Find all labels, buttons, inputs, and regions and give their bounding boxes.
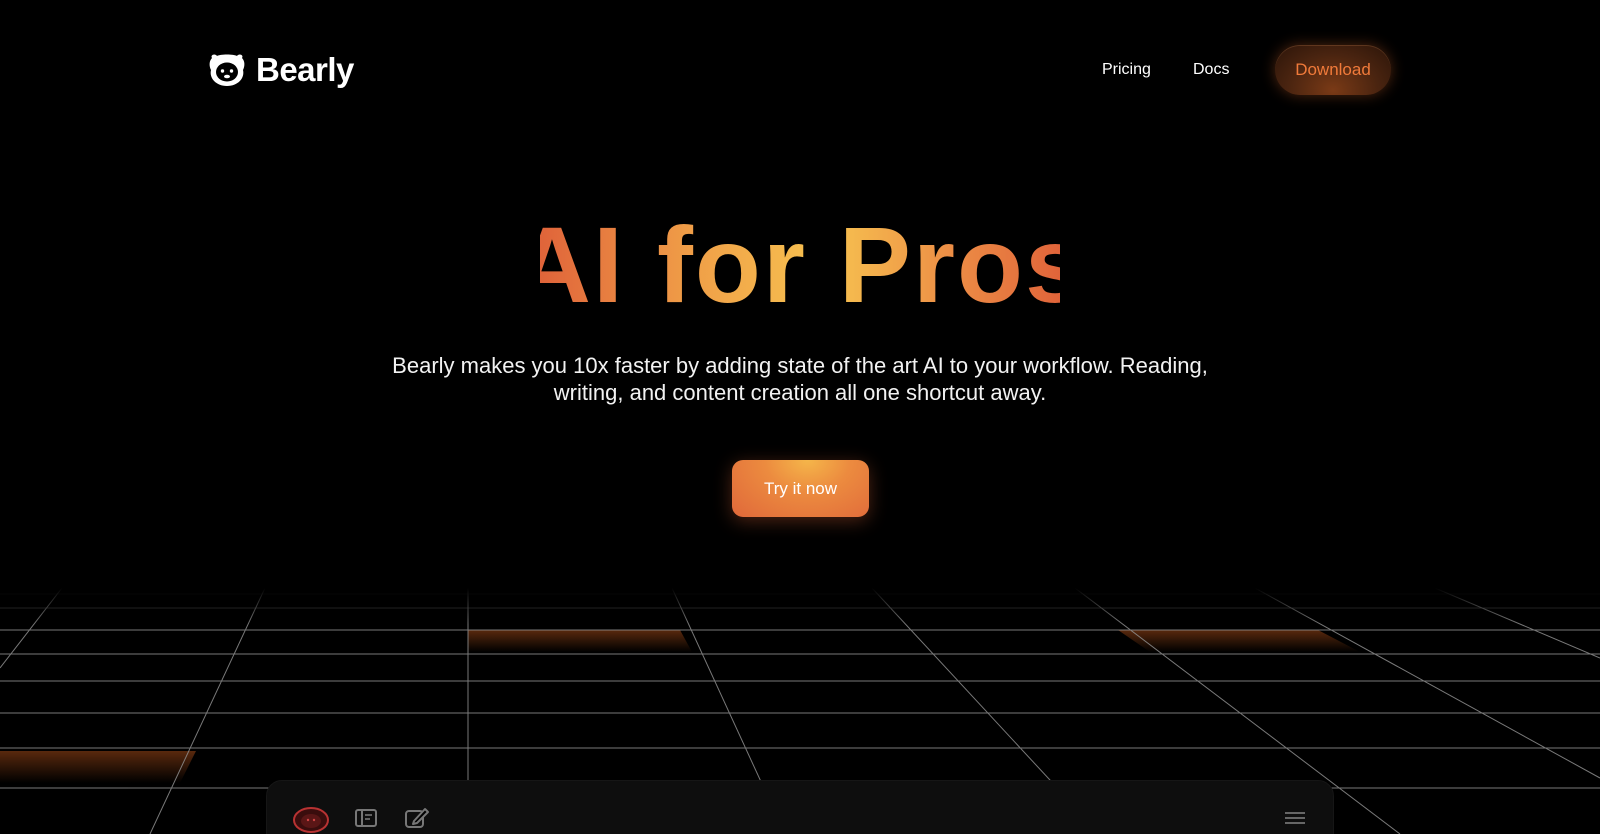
try-it-now-button[interactable]: Try it now	[732, 460, 869, 517]
menu-icon[interactable]	[1284, 810, 1306, 826]
bear-avatar-icon[interactable]	[292, 806, 330, 834]
hero-title: AI for Pros	[0, 205, 1600, 325]
hero-subtitle: Bearly makes you 10x faster by adding st…	[392, 353, 1208, 405]
edit-icon[interactable]	[404, 806, 430, 830]
nav-docs-link[interactable]: Docs	[1193, 59, 1229, 81]
nav-pricing-link[interactable]: Pricing	[1102, 59, 1151, 81]
brand-logo-link[interactable]: Bearly	[208, 50, 354, 90]
site-header: Bearly Pricing Docs Download	[0, 0, 1600, 140]
brand-name: Bearly	[256, 51, 354, 88]
book-icon[interactable]	[354, 806, 378, 830]
download-button[interactable]: Download	[1275, 45, 1391, 95]
landing-page: Bearly Pricing Docs Download AI for Pros…	[0, 0, 1600, 834]
bear-face-icon	[209, 54, 245, 86]
